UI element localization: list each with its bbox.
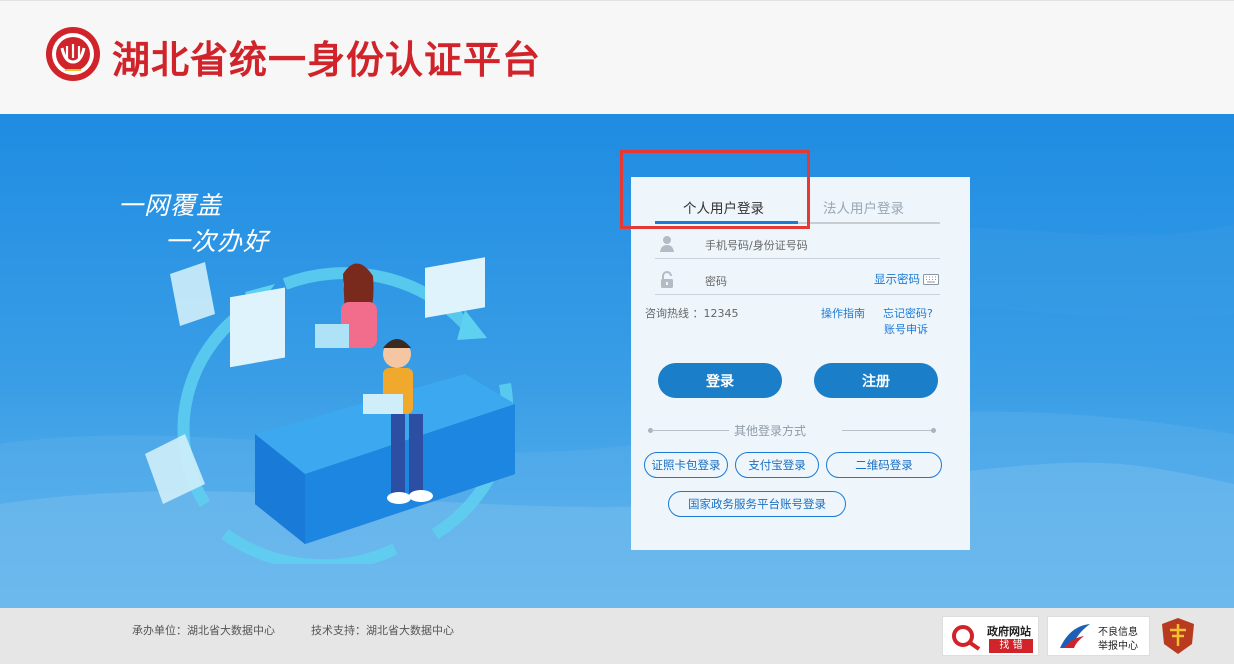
inactive-tab-underline — [798, 222, 940, 224]
keyboard-icon[interactable] — [923, 274, 939, 285]
national-platform-login-button[interactable]: 国家政务服务平台账号登录 — [668, 491, 846, 517]
report-badge-line2: 举报中心 — [1098, 641, 1138, 652]
qr-code-login-button[interactable]: 二维码登录 — [826, 452, 942, 478]
tech-support-text: 技术支持：湖北省大数据中心 — [311, 624, 454, 637]
footer: 承办单位：湖北省大数据中心 技术支持：湖北省大数据中心 政府网站 找 错 不良信… — [0, 608, 1234, 664]
slogan-line-1: 一网覆盖 — [118, 191, 223, 220]
register-button[interactable]: 注册 — [814, 363, 938, 398]
report-badge-line1: 不良信息 — [1098, 627, 1138, 638]
username-field — [655, 233, 940, 259]
login-panel: 个人用户登录 法人用户登录 显示密码 咨询热线 — [631, 177, 970, 550]
tab-legal-login[interactable]: 法人用户登录 — [823, 197, 904, 217]
divider-dot — [931, 428, 936, 433]
other-login-methods-label: 其他登录方式 — [734, 424, 807, 438]
divider-line — [651, 430, 729, 431]
active-tab-indicator — [655, 221, 798, 224]
password-field: 显示密码 — [655, 269, 940, 295]
username-input[interactable] — [705, 236, 885, 254]
bad-info-report-badge[interactable]: 不良信息 举报中心 — [1047, 616, 1150, 656]
gov-site-error-badge[interactable]: 政府网站 找 错 — [942, 616, 1039, 656]
forgot-password-link[interactable]: 忘记密码? — [883, 305, 933, 321]
report-center-logo-icon — [1060, 624, 1090, 648]
divider-line — [842, 430, 934, 431]
police-badge[interactable] — [1158, 616, 1198, 656]
tab-personal-login[interactable]: 个人用户登录 — [683, 197, 764, 217]
gov-badge-title: 政府网站 — [987, 625, 1031, 638]
user-icon — [660, 236, 674, 252]
hotline-text: 咨询热线 ：12345 — [645, 307, 739, 320]
hubei-emblem-logo-icon[interactable] — [45, 26, 101, 82]
alipay-login-button[interactable]: 支付宝登录 — [735, 452, 819, 478]
login-button[interactable]: 登录 — [658, 363, 782, 398]
organizer-text: 承办单位：湖北省大数据中心 — [132, 624, 275, 637]
card-wallet-login-button[interactable]: 证照卡包登录 — [644, 452, 728, 478]
login-tabs: 个人用户登录 法人用户登录 — [655, 197, 940, 224]
gov-badge-subtitle: 找 错 — [989, 639, 1033, 653]
account-appeal-link[interactable]: 账号申诉 — [884, 321, 928, 337]
hero-banner: 一网覆盖 一次办好 个人用户登录 法人用户登录 手机号码/身份证号码 显示密码 … — [0, 114, 1234, 608]
guide-link[interactable]: 操作指南 — [821, 305, 865, 321]
magnifier-icon — [952, 625, 981, 651]
password-input[interactable] — [705, 272, 885, 290]
service-illustration — [145, 257, 515, 564]
police-shield-icon — [1162, 618, 1194, 654]
lock-icon — [661, 271, 673, 288]
show-password-link[interactable]: 显示密码 — [874, 271, 920, 287]
page-title: 湖北省统一身份认证平台 — [112, 37, 542, 82]
header: 湖北省统一身份认证平台 — [0, 0, 1234, 114]
